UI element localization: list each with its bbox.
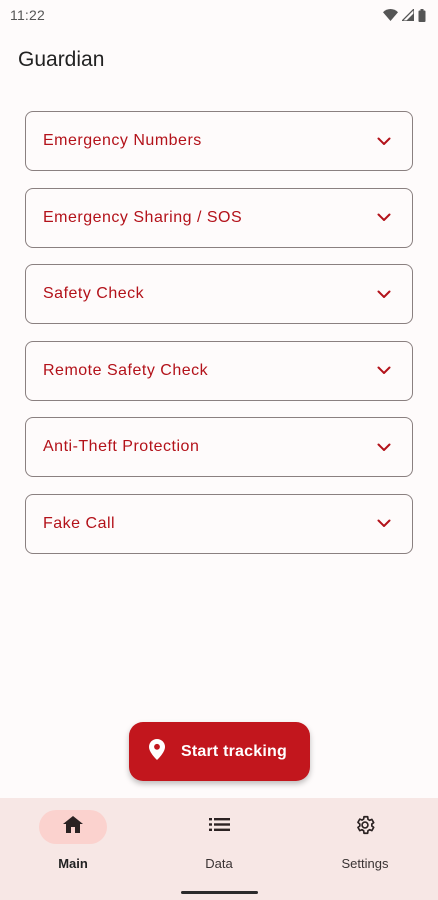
nav-icon-holder xyxy=(331,810,399,844)
section-label: Remote Safety Check xyxy=(43,361,209,379)
gear-icon xyxy=(354,814,376,841)
section-list: Emergency Numbers Emergency Sharing / SO… xyxy=(25,111,413,571)
start-tracking-button[interactable]: Start tracking xyxy=(129,722,310,781)
home-icon xyxy=(63,816,83,838)
location-pin-icon xyxy=(149,738,165,765)
nav-item-main[interactable]: Main xyxy=(13,810,133,871)
nav-label-data: Data xyxy=(205,856,233,871)
bottom-navigation: Main Data Settings xyxy=(0,798,438,900)
section-label: Emergency Sharing / SOS xyxy=(43,208,243,226)
nav-label-main: Main xyxy=(58,856,88,871)
chevron-down-icon xyxy=(376,133,392,149)
section-label: Safety Check xyxy=(43,285,145,303)
chevron-down-icon xyxy=(376,286,392,302)
list-icon xyxy=(208,817,230,837)
chevron-down-icon xyxy=(376,363,392,379)
start-tracking-label: Start tracking xyxy=(181,742,287,760)
gesture-navigation-bar[interactable] xyxy=(181,891,258,894)
status-time: 11:22 xyxy=(10,7,45,23)
status-bar: 11:22 xyxy=(0,0,438,30)
chevron-down-icon xyxy=(376,516,392,532)
status-icons xyxy=(383,8,426,22)
section-remote-safety-check[interactable]: Remote Safety Check xyxy=(25,340,413,401)
nav-icon-holder xyxy=(185,810,253,844)
section-anti-theft-protection[interactable]: Anti-Theft Protection xyxy=(25,417,413,478)
chevron-down-icon xyxy=(376,210,392,226)
section-safety-check[interactable]: Safety Check xyxy=(25,264,413,325)
chevron-down-icon xyxy=(376,439,392,455)
section-fake-call[interactable]: Fake Call xyxy=(25,493,413,554)
nav-item-settings[interactable]: Settings xyxy=(305,810,425,871)
section-label: Anti-Theft Protection xyxy=(43,438,200,456)
section-emergency-sharing-sos[interactable]: Emergency Sharing / SOS xyxy=(25,187,413,248)
signal-icon xyxy=(402,9,414,21)
battery-icon xyxy=(418,8,426,22)
section-label: Emergency Numbers xyxy=(43,132,202,149)
wifi-icon xyxy=(383,9,398,21)
section-label: Fake Call xyxy=(43,514,116,532)
nav-label-settings: Settings xyxy=(341,856,389,871)
app-title: Guardian xyxy=(18,48,105,71)
nav-item-data[interactable]: Data xyxy=(159,810,279,871)
nav-active-indicator xyxy=(39,810,107,844)
section-emergency-numbers[interactable]: Emergency Numbers xyxy=(25,111,413,171)
